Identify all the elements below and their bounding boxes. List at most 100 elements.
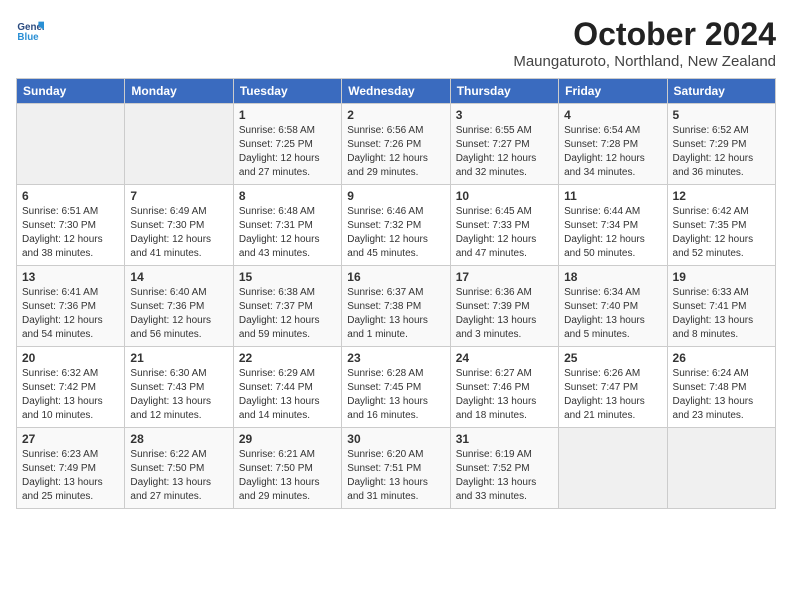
- day-number: 28: [130, 432, 227, 446]
- calendar-cell: 23Sunrise: 6:28 AM Sunset: 7:45 PM Dayli…: [342, 347, 450, 428]
- calendar-cell: 1 Sunrise: 6:58 AM Sunset: 7:25 PM Daylig…: [233, 104, 341, 185]
- day-number: 12: [673, 189, 770, 203]
- day-info: Sunrise: 6:19 AM Sunset: 7:52 PM Dayligh…: [456, 448, 553, 504]
- day-info: Sunrise: 6:45 AM Sunset: 7:33 PM Dayligh…: [456, 205, 553, 261]
- calendar-cell: 11 Sunrise: 6:44 AM Sunset: 7:34 PM Dayli…: [559, 185, 667, 266]
- day-info: Sunrise: 6:30 AM Sunset: 7:43 PM Dayligh…: [130, 367, 227, 423]
- calendar-cell: 31 Sunrise: 6:19 AM Sunset: 7:52 PM Dayli…: [450, 428, 558, 509]
- calendar-cell: 5 Sunrise: 6:52 AM Sunset: 7:29 PM Daylig…: [667, 104, 775, 185]
- weekday-header: Sunday: [17, 79, 125, 104]
- calendar-cell: 18Sunrise: 6:34 AM Sunset: 7:40 PM Dayli…: [559, 266, 667, 347]
- day-number: 6: [22, 189, 119, 203]
- calendar-cell: 20 Sunrise: 6:32 AM Sunset: 7:42 PM Dayli…: [17, 347, 125, 428]
- calendar-header-row: SundayMondayTuesdayWednesdayThursdayFrid…: [17, 79, 776, 104]
- day-info: Sunrise: 6:41 AM Sunset: 7:36 PM Dayligh…: [22, 286, 119, 342]
- day-number: 9: [347, 189, 444, 203]
- day-number: 27: [22, 432, 119, 446]
- title-block: October 2024 Maungaturoto, Northland, Ne…: [513, 16, 776, 70]
- weekday-header: Tuesday: [233, 79, 341, 104]
- day-number: 26: [673, 351, 770, 365]
- calendar-cell: 2Sunrise: 6:56 AM Sunset: 7:26 PM Daylig…: [342, 104, 450, 185]
- calendar-cell: 4 Sunrise: 6:54 AM Sunset: 7:28 PM Daylig…: [559, 104, 667, 185]
- day-info: Sunrise: 6:23 AM Sunset: 7:49 PM Dayligh…: [22, 448, 119, 504]
- day-number: 30: [347, 432, 444, 446]
- calendar-cell: 17Sunrise: 6:36 AM Sunset: 7:39 PM Dayli…: [450, 266, 558, 347]
- calendar-week-row: 13 Sunrise: 6:41 AM Sunset: 7:36 PM Dayli…: [17, 266, 776, 347]
- day-info: Sunrise: 6:29 AM Sunset: 7:44 PM Dayligh…: [239, 367, 336, 423]
- day-number: 8: [239, 189, 336, 203]
- day-number: 16: [347, 270, 444, 284]
- weekday-header: Thursday: [450, 79, 558, 104]
- day-info: Sunrise: 6:20 AM Sunset: 7:51 PM Dayligh…: [347, 448, 444, 504]
- calendar-table: SundayMondayTuesdayWednesdayThursdayFrid…: [16, 78, 776, 509]
- calendar-cell: 13 Sunrise: 6:41 AM Sunset: 7:36 PM Dayli…: [17, 266, 125, 347]
- day-info: Sunrise: 6:44 AM Sunset: 7:34 PM Dayligh…: [564, 205, 661, 261]
- calendar-cell: 14Sunrise: 6:40 AM Sunset: 7:36 PM Dayli…: [125, 266, 233, 347]
- day-number: 1: [239, 108, 336, 122]
- calendar-week-row: 1 Sunrise: 6:58 AM Sunset: 7:25 PM Daylig…: [17, 104, 776, 185]
- day-info: Sunrise: 6:40 AM Sunset: 7:36 PM Dayligh…: [130, 286, 227, 342]
- day-info: Sunrise: 6:36 AM Sunset: 7:39 PM Dayligh…: [456, 286, 553, 342]
- day-info: Sunrise: 6:48 AM Sunset: 7:31 PM Dayligh…: [239, 205, 336, 261]
- day-number: 13: [22, 270, 119, 284]
- calendar-cell: 10 Sunrise: 6:45 AM Sunset: 7:33 PM Dayli…: [450, 185, 558, 266]
- day-number: 4: [564, 108, 661, 122]
- calendar-cell: 8 Sunrise: 6:48 AM Sunset: 7:31 PM Daylig…: [233, 185, 341, 266]
- day-number: 3: [456, 108, 553, 122]
- day-number: 7: [130, 189, 227, 203]
- calendar-cell: 29 Sunrise: 6:21 AM Sunset: 7:50 PM Dayli…: [233, 428, 341, 509]
- day-info: Sunrise: 6:38 AM Sunset: 7:37 PM Dayligh…: [239, 286, 336, 342]
- day-info: Sunrise: 6:32 AM Sunset: 7:42 PM Dayligh…: [22, 367, 119, 423]
- day-info: Sunrise: 6:49 AM Sunset: 7:30 PM Dayligh…: [130, 205, 227, 261]
- day-info: Sunrise: 6:26 AM Sunset: 7:47 PM Dayligh…: [564, 367, 661, 423]
- day-info: Sunrise: 6:52 AM Sunset: 7:29 PM Dayligh…: [673, 124, 770, 180]
- day-number: 5: [673, 108, 770, 122]
- logo-icon: General Blue: [16, 16, 44, 44]
- calendar-body: 1 Sunrise: 6:58 AM Sunset: 7:25 PM Daylig…: [17, 104, 776, 509]
- day-info: Sunrise: 6:24 AM Sunset: 7:48 PM Dayligh…: [673, 367, 770, 423]
- calendar-cell: 30 Sunrise: 6:20 AM Sunset: 7:51 PM Dayli…: [342, 428, 450, 509]
- calendar-week-row: 27 Sunrise: 6:23 AM Sunset: 7:49 PM Dayli…: [17, 428, 776, 509]
- day-number: 25: [564, 351, 661, 365]
- day-number: 31: [456, 432, 553, 446]
- day-number: 20: [22, 351, 119, 365]
- page-header: General Blue October 2024 Maungaturoto, …: [16, 16, 776, 70]
- day-number: 29: [239, 432, 336, 446]
- day-info: Sunrise: 6:54 AM Sunset: 7:28 PM Dayligh…: [564, 124, 661, 180]
- day-number: 21: [130, 351, 227, 365]
- day-info: Sunrise: 6:46 AM Sunset: 7:32 PM Dayligh…: [347, 205, 444, 261]
- day-info: Sunrise: 6:27 AM Sunset: 7:46 PM Dayligh…: [456, 367, 553, 423]
- day-info: Sunrise: 6:28 AM Sunset: 7:45 PM Dayligh…: [347, 367, 444, 423]
- calendar-cell: 28 Sunrise: 6:22 AM Sunset: 7:50 PM Dayli…: [125, 428, 233, 509]
- calendar-cell: 12 Sunrise: 6:42 AM Sunset: 7:35 PM Dayli…: [667, 185, 775, 266]
- calendar-week-row: 6 Sunrise: 6:51 AM Sunset: 7:30 PM Daylig…: [17, 185, 776, 266]
- day-info: Sunrise: 6:22 AM Sunset: 7:50 PM Dayligh…: [130, 448, 227, 504]
- day-info: Sunrise: 6:58 AM Sunset: 7:25 PM Dayligh…: [239, 124, 336, 180]
- day-number: 15: [239, 270, 336, 284]
- calendar-cell: [667, 428, 775, 509]
- day-info: Sunrise: 6:21 AM Sunset: 7:50 PM Dayligh…: [239, 448, 336, 504]
- calendar-cell: 22 Sunrise: 6:29 AM Sunset: 7:44 PM Dayli…: [233, 347, 341, 428]
- calendar-cell: 25 Sunrise: 6:26 AM Sunset: 7:47 PM Dayli…: [559, 347, 667, 428]
- calendar-cell: 21 Sunrise: 6:30 AM Sunset: 7:43 PM Dayli…: [125, 347, 233, 428]
- location: Maungaturoto, Northland, New Zealand: [513, 53, 776, 70]
- day-number: 2: [347, 108, 444, 122]
- calendar-cell: 24 Sunrise: 6:27 AM Sunset: 7:46 PM Dayli…: [450, 347, 558, 428]
- calendar-week-row: 20 Sunrise: 6:32 AM Sunset: 7:42 PM Dayli…: [17, 347, 776, 428]
- day-info: Sunrise: 6:51 AM Sunset: 7:30 PM Dayligh…: [22, 205, 119, 261]
- calendar-cell: 19Sunrise: 6:33 AM Sunset: 7:41 PM Dayli…: [667, 266, 775, 347]
- day-info: Sunrise: 6:37 AM Sunset: 7:38 PM Dayligh…: [347, 286, 444, 342]
- calendar-cell: 7 Sunrise: 6:49 AM Sunset: 7:30 PM Daylig…: [125, 185, 233, 266]
- day-number: 11: [564, 189, 661, 203]
- day-number: 24: [456, 351, 553, 365]
- calendar-cell: [17, 104, 125, 185]
- calendar-cell: 27 Sunrise: 6:23 AM Sunset: 7:49 PM Dayli…: [17, 428, 125, 509]
- day-number: 10: [456, 189, 553, 203]
- calendar-cell: 6 Sunrise: 6:51 AM Sunset: 7:30 PM Daylig…: [17, 185, 125, 266]
- day-info: Sunrise: 6:42 AM Sunset: 7:35 PM Dayligh…: [673, 205, 770, 261]
- weekday-header: Monday: [125, 79, 233, 104]
- day-number: 18: [564, 270, 661, 284]
- calendar-cell: 3Sunrise: 6:55 AM Sunset: 7:27 PM Daylig…: [450, 104, 558, 185]
- calendar-cell: 15 Sunrise: 6:38 AM Sunset: 7:37 PM Dayli…: [233, 266, 341, 347]
- day-number: 22: [239, 351, 336, 365]
